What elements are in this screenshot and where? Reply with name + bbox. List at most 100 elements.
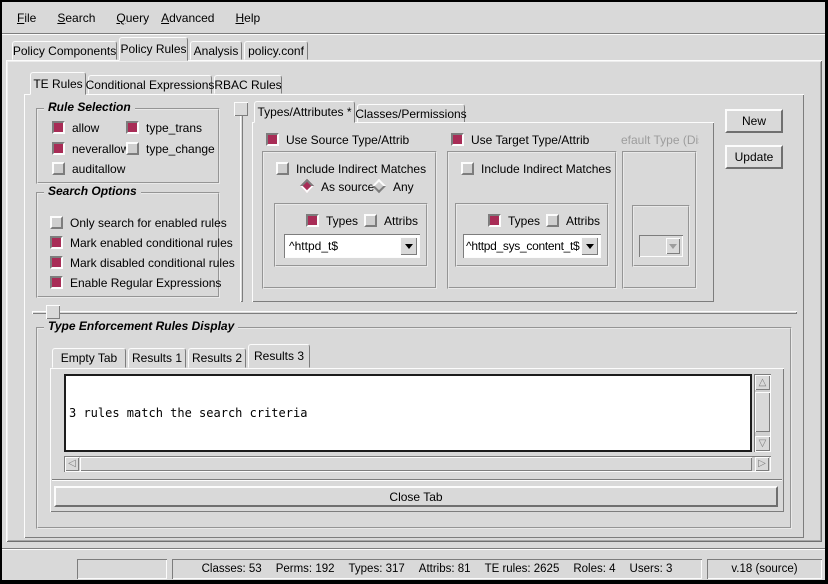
statusbar-separator <box>2 548 826 550</box>
status-cell-version: v.18 (source) <box>707 559 822 579</box>
checkbox-target-attribs-label[interactable]: Attribs <box>566 214 600 228</box>
dropdown-arrow-icon-wrap-disabled <box>666 238 680 254</box>
checkbox-target-attribs[interactable] <box>546 214 559 227</box>
rule-selection-title: Rule Selection <box>44 101 135 114</box>
checkbox-source-types-label[interactable]: Types <box>326 214 358 228</box>
checkbox-type-trans-label[interactable]: type_trans <box>146 121 202 135</box>
tab-te-rules[interactable]: TE Rules <box>30 72 86 95</box>
tab-label: Empty Tab <box>61 351 117 365</box>
tab-results-2[interactable]: Results 2 <box>188 348 246 368</box>
tab-label: Policy Rules <box>120 42 186 56</box>
status-version: v.18 (source) <box>731 563 797 575</box>
menu-item-search[interactable]: Search <box>53 8 99 28</box>
vertical-sash <box>240 102 243 302</box>
checkbox-target-include-indirect-label[interactable]: Include Indirect Matches <box>481 162 611 176</box>
menu-item-advanced[interactable]: Advanced <box>157 8 218 28</box>
tab-label: RBAC Rules <box>214 78 281 92</box>
scroll-right-icon[interactable]: ▷ <box>755 457 769 471</box>
results-hscrollbar-thumb[interactable] <box>80 457 752 471</box>
dropdown-arrow-icon <box>669 244 677 249</box>
source-type-combobox[interactable]: ^httpd_t$ <box>284 234 420 258</box>
update-button[interactable]: Update <box>725 145 783 169</box>
tab-label: TE Rules <box>33 77 82 91</box>
tab-results-1[interactable]: Results 1 <box>128 348 186 368</box>
tab-label: Analysis <box>194 44 239 58</box>
checkbox-source-types[interactable] <box>306 214 319 227</box>
results-vscrollbar-thumb[interactable] <box>755 392 770 432</box>
search-options-title: Search Options <box>44 185 141 198</box>
menu-item-help[interactable]: Help <box>231 8 264 28</box>
checkbox-use-target-type[interactable] <box>451 133 464 146</box>
tab-rbac-rules[interactable]: RBAC Rules <box>214 75 282 94</box>
tab-conditional-expressions[interactable]: Conditional Expressions <box>88 75 212 94</box>
checkbox-allow-label[interactable]: allow <box>72 121 99 135</box>
menu-item-query[interactable]: Query <box>112 8 153 28</box>
horizontal-sash <box>32 311 797 314</box>
checkbox-allow[interactable] <box>52 121 65 134</box>
results-text-area[interactable]: 3 rules match the search criteria (5822)… <box>64 374 752 452</box>
target-type-combobox[interactable]: ^httpd_sys_content_t$ <box>463 234 601 258</box>
checkbox-enable-regex-label[interactable]: Enable Regular Expressions <box>70 276 221 290</box>
status-cell-empty <box>77 559 167 579</box>
target-type-combobox-value: ^httpd_sys_content_t$ <box>463 239 581 253</box>
radio-any-label[interactable]: Any <box>393 180 414 194</box>
scroll-down-icon[interactable]: ▽ <box>755 436 770 451</box>
menu-item-file[interactable]: File <box>13 8 40 28</box>
source-type-combobox-value: ^httpd_t$ <box>284 239 400 253</box>
tab-classes-permissions[interactable]: Classes/Permissions <box>357 104 465 123</box>
checkbox-use-source-type-label[interactable]: Use Source Type/Attrib <box>286 133 409 147</box>
menu-bar: File Search Query Advanced Help <box>4 4 824 32</box>
tab-empty-tab[interactable]: Empty Tab <box>52 348 126 368</box>
tab-label: Policy Components <box>13 44 116 58</box>
scroll-up-glyph: △ <box>759 378 767 388</box>
source-combobox-button[interactable] <box>400 237 417 255</box>
vertical-sash-handle[interactable] <box>234 102 248 116</box>
checkbox-only-enabled-rules[interactable] <box>50 216 63 229</box>
checkbox-enable-regex[interactable] <box>50 276 63 289</box>
checkbox-neverallow[interactable] <box>52 142 65 155</box>
checkbox-neverallow-label[interactable]: neverallow <box>72 142 129 156</box>
tab-label: Conditional Expressions <box>86 78 215 92</box>
checkbox-source-attribs[interactable] <box>364 214 377 227</box>
checkbox-mark-disabled-conditional[interactable] <box>50 256 63 269</box>
status-users: Users: 3 <box>630 563 673 575</box>
checkbox-use-source-type[interactable] <box>266 133 279 146</box>
checkbox-mark-enabled-conditional[interactable] <box>50 236 63 249</box>
radio-as-source-label[interactable]: As source <box>321 180 374 194</box>
tab-label: Classes/Permissions <box>355 107 466 121</box>
checkbox-target-include-indirect[interactable] <box>461 162 474 175</box>
checkbox-target-types[interactable] <box>488 214 501 227</box>
new-button[interactable]: New <box>725 109 783 133</box>
checkbox-only-enabled-rules-label[interactable]: Only search for enabled rules <box>70 216 227 230</box>
tab-policy-components[interactable]: Policy Components <box>12 41 117 60</box>
checkbox-mark-disabled-conditional-label[interactable]: Mark disabled conditional rules <box>70 256 235 270</box>
scroll-left-icon[interactable]: ◁ <box>65 457 79 471</box>
apol-window: File Search Query Advanced Help Policy C… <box>0 0 828 584</box>
checkbox-source-include-indirect[interactable] <box>276 162 289 175</box>
default-type-label: efault Type (Disa <box>621 133 699 147</box>
menu-separator <box>2 33 826 35</box>
tab-results-3[interactable]: Results 3 <box>248 344 310 368</box>
checkbox-target-types-label[interactable]: Types <box>508 214 540 228</box>
checkbox-mark-enabled-conditional-label[interactable]: Mark enabled conditional rules <box>70 236 233 250</box>
checkbox-auditallow[interactable] <box>52 162 65 175</box>
checkbox-type-change-label[interactable]: type_change <box>146 142 215 156</box>
tab-policy-rules[interactable]: Policy Rules <box>119 37 188 61</box>
dropdown-arrow-icon-wrap[interactable] <box>581 237 598 255</box>
scroll-left-glyph: ◁ <box>68 459 76 469</box>
checkbox-use-target-type-label[interactable]: Use Target Type/Attrib <box>471 133 589 147</box>
checkbox-source-attribs-label[interactable]: Attribs <box>384 214 418 228</box>
scroll-up-icon[interactable]: △ <box>755 375 770 390</box>
checkbox-type-change[interactable] <box>126 142 139 155</box>
tab-types-attributes[interactable]: Types/Attributes * <box>254 101 355 123</box>
update-button-label: Update <box>735 150 774 164</box>
checkbox-source-include-indirect-label[interactable]: Include Indirect Matches <box>296 162 426 176</box>
checkbox-type-trans[interactable] <box>126 121 139 134</box>
checkbox-auditallow-label[interactable]: auditallow <box>72 162 125 176</box>
tab-analysis[interactable]: Analysis <box>190 41 242 60</box>
close-tab-button[interactable]: Close Tab <box>54 486 778 507</box>
horizontal-sash-handle[interactable] <box>46 305 60 319</box>
tab-label: policy.conf <box>248 44 304 58</box>
dropdown-arrow-icon <box>586 244 594 249</box>
tab-policy-conf[interactable]: policy.conf <box>244 41 308 60</box>
